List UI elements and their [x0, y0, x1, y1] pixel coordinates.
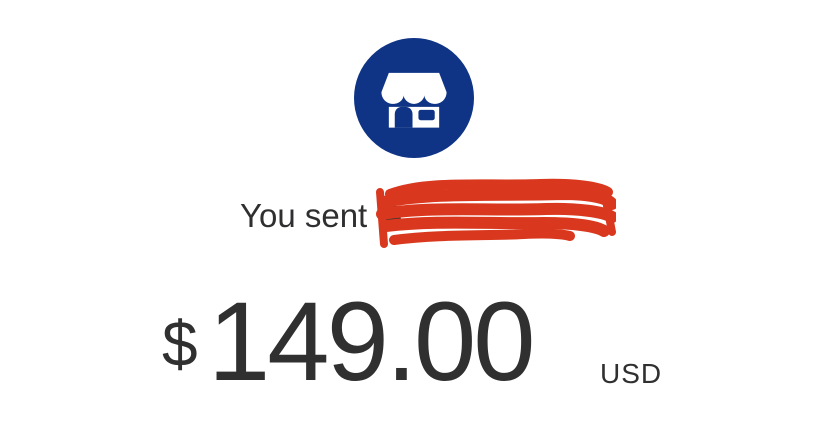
sent-prefix: You sent	[240, 197, 368, 234]
sent-to-line: You sent A	[240, 192, 660, 240]
storefront-icon	[377, 61, 451, 135]
payment-confirmation-screen: You sent A $ 149.00 USD	[0, 0, 828, 426]
merchant-avatar	[354, 38, 474, 158]
currency-symbol: $	[162, 308, 198, 380]
currency-code: USD	[600, 358, 663, 389]
amount-value: 149.00	[208, 279, 536, 404]
amount-display: $ 149.00 USD	[162, 286, 682, 398]
recipient-name: A	[382, 197, 405, 234]
